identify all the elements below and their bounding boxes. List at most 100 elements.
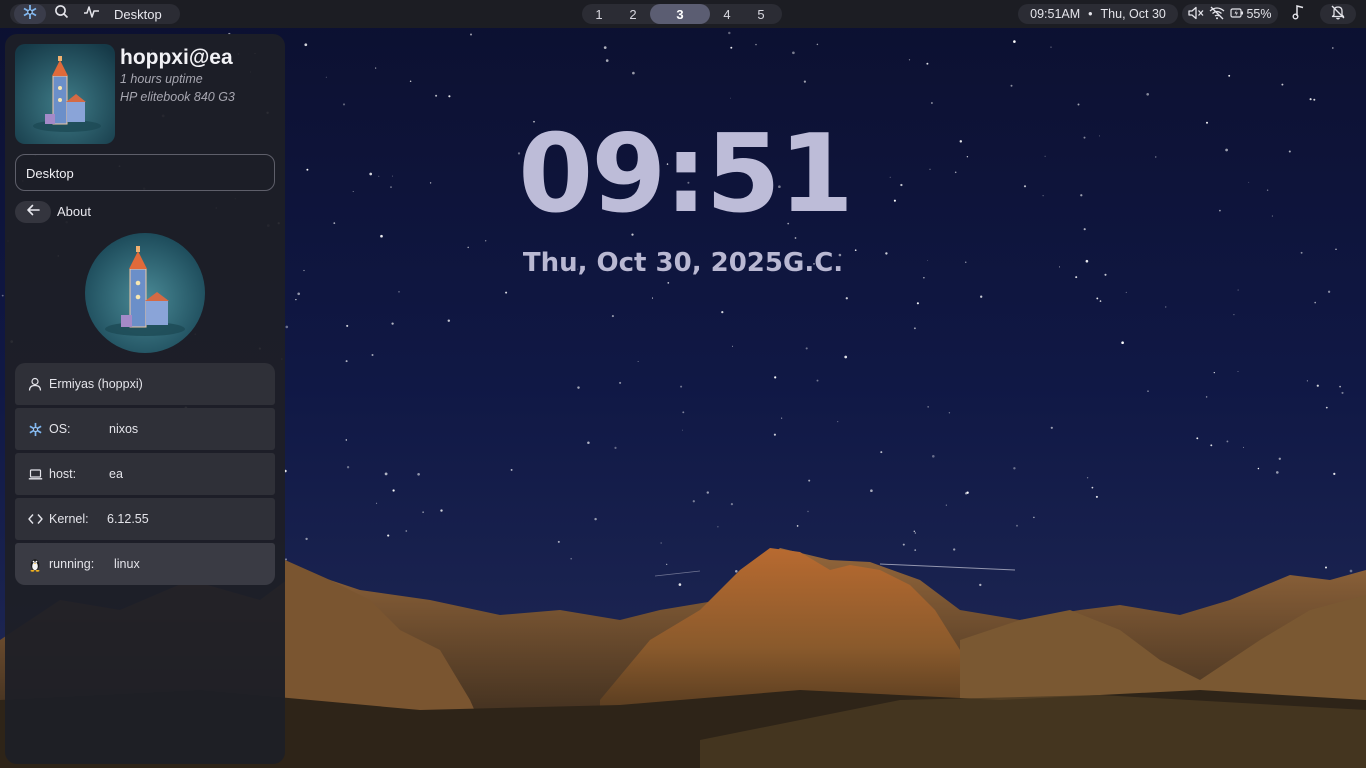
star <box>1327 290 1331 293</box>
bar-date: Thu, Oct 30 <box>1100 7 1166 21</box>
star <box>1095 495 1098 498</box>
star <box>325 76 327 78</box>
star <box>594 517 597 521</box>
star <box>729 97 731 99</box>
notifications-off-icon <box>1330 4 1346 25</box>
nixos-launcher-button[interactable] <box>14 4 46 24</box>
star <box>816 379 819 382</box>
workspace-2[interactable]: 2 <box>616 4 650 24</box>
profile-machine: HP elitebook 840 G3 <box>120 90 235 104</box>
active-window-field[interactable]: Desktop <box>15 154 275 191</box>
battery-percent: 55% <box>1246 7 1272 21</box>
star <box>717 526 719 528</box>
star <box>369 172 373 176</box>
star <box>605 59 609 62</box>
star <box>1075 276 1078 279</box>
star <box>844 355 848 359</box>
star <box>803 80 806 83</box>
star <box>1225 148 1228 152</box>
star <box>1080 194 1083 197</box>
star <box>966 491 969 494</box>
battery-indicator: 55% <box>1230 7 1271 22</box>
arrow-left-icon <box>26 203 40 221</box>
section-title: About <box>57 204 91 219</box>
star <box>440 509 443 512</box>
star <box>570 557 573 560</box>
star <box>1099 300 1102 302</box>
search-button[interactable] <box>46 4 76 24</box>
workspace-3-active[interactable]: 3 <box>650 4 710 24</box>
laptop-icon <box>27 466 43 482</box>
star <box>1013 40 1016 43</box>
star <box>1288 150 1291 153</box>
workspace-switcher: 1 2 3 4 5 <box>582 4 782 24</box>
star <box>651 297 654 299</box>
star <box>1331 47 1334 49</box>
star <box>447 319 451 322</box>
star <box>1335 248 1337 250</box>
star <box>1044 155 1046 157</box>
info-row-host: host: ea <box>15 453 275 495</box>
star <box>927 406 929 408</box>
star <box>845 297 848 300</box>
star <box>1314 301 1316 304</box>
star <box>303 269 305 272</box>
star <box>1233 313 1235 316</box>
star <box>1300 251 1303 254</box>
star <box>1237 289 1239 291</box>
star <box>1228 74 1231 77</box>
star <box>398 291 400 293</box>
star <box>666 563 668 566</box>
workspace-1[interactable]: 1 <box>582 4 616 24</box>
star <box>1278 457 1281 460</box>
notifications-button[interactable] <box>1320 4 1356 24</box>
info-kernel-value: 6.12.55 <box>107 512 149 526</box>
star <box>505 291 508 294</box>
profile-uptime: 1 hours uptime <box>120 72 203 86</box>
profile-username: hoppxi@ea <box>120 46 233 69</box>
star <box>1213 371 1215 374</box>
star <box>285 558 287 561</box>
star <box>1333 472 1336 476</box>
star <box>1309 98 1312 101</box>
bar-clock[interactable]: 09:51AM • Thu, Oct 30 <box>1018 4 1178 24</box>
star <box>1205 396 1208 398</box>
code-icon <box>27 511 43 527</box>
star <box>1050 426 1053 429</box>
info-row-running: running: linux <box>15 543 275 585</box>
status-indicators[interactable]: 55% <box>1182 4 1278 24</box>
star <box>916 302 919 305</box>
music-button[interactable] <box>1286 4 1312 24</box>
star <box>346 466 350 469</box>
star <box>900 183 903 187</box>
star <box>914 532 916 534</box>
star <box>1266 189 1269 191</box>
star <box>1271 215 1273 217</box>
star <box>1059 266 1060 268</box>
star <box>966 156 969 158</box>
star <box>1104 273 1107 276</box>
star <box>837 421 839 423</box>
star <box>405 530 408 532</box>
star <box>913 327 916 330</box>
star <box>1096 297 1099 300</box>
back-button[interactable] <box>15 201 51 223</box>
star <box>755 43 757 46</box>
star <box>682 411 685 414</box>
star <box>929 168 931 170</box>
star <box>678 583 682 586</box>
workspace-5[interactable]: 5 <box>744 4 778 24</box>
activity-button[interactable] <box>76 4 106 24</box>
star <box>1325 566 1327 569</box>
info-running-value: linux <box>114 557 140 571</box>
top-bar: Desktop 1 2 3 4 5 09:51AM • Thu, Oct 30 … <box>0 0 1366 28</box>
workspace-4[interactable]: 4 <box>710 4 744 24</box>
info-running-label: running: <box>49 557 95 571</box>
star <box>1316 384 1319 387</box>
star <box>682 429 684 431</box>
star <box>1206 121 1208 124</box>
star <box>342 103 346 106</box>
star <box>816 43 819 46</box>
star <box>902 543 905 546</box>
star <box>781 417 783 419</box>
